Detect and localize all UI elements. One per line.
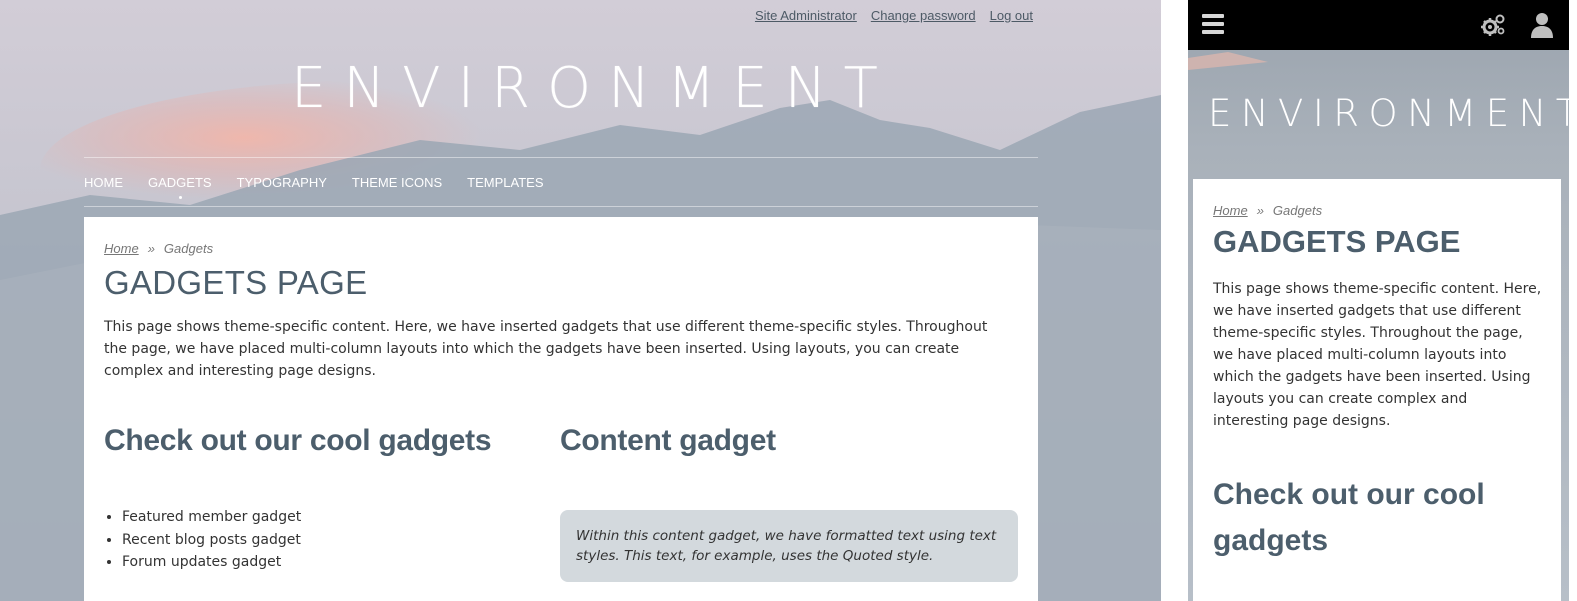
menu-icon[interactable]	[1202, 14, 1224, 34]
list-item: Recent blog posts gadget	[122, 529, 560, 552]
desktop-view: Site Administrator Change password Log o…	[0, 0, 1161, 601]
gadgets-column-title: Check out our cool gadgets	[104, 424, 492, 457]
list-item: Forum updates gadget	[122, 551, 560, 574]
change-password-link[interactable]: Change password	[871, 8, 976, 23]
gadgets-column: Check out our cool gadgets Featured memb…	[104, 424, 560, 582]
mobile-breadcrumb-home-link[interactable]: Home	[1213, 203, 1248, 218]
breadcrumb-current: Gadgets	[163, 241, 214, 256]
breadcrumb-separator: »	[1256, 203, 1264, 218]
breadcrumb-home-link[interactable]: Home	[104, 241, 139, 256]
content-panel: Home » Gadgets GADGETS PAGE This page show…	[84, 217, 1038, 601]
content-gadget-column: Content gadget Within this content gadge…	[560, 424, 1018, 582]
mobile-page-intro: This page shows theme-specific content. …	[1213, 281, 1542, 429]
two-column-layout: Check out our cool gadgets Featured memb…	[104, 424, 1018, 582]
log-out-link[interactable]: Log out	[990, 8, 1033, 23]
mobile-site-title[interactable]: ENVIRONMENT	[1208, 92, 1569, 135]
utility-nav: Site Administrator Change password Log o…	[755, 8, 1033, 23]
nav-item-templates[interactable]: TEMPLATES	[467, 175, 543, 190]
main-nav: HOME GADGETS TYPOGRAPHY THEME ICONS TEMP…	[84, 157, 1038, 207]
mobile-view: ENVIRONMENT Home » Gadgets GADGETS PAGE Th…	[1188, 0, 1569, 601]
mobile-breadcrumb: Home » Gadgets	[1213, 203, 1541, 218]
site-title[interactable]: ENVIRONMENT	[291, 56, 895, 121]
page-title: GADGETS PAGE	[104, 264, 368, 301]
page-intro: This page shows theme-specific content. …	[104, 319, 988, 379]
nav-item-typography[interactable]: TYPOGRAPHY	[237, 175, 327, 190]
breadcrumb-current: Gadgets	[1272, 203, 1323, 218]
list-item: Featured member gadget	[122, 506, 560, 529]
site-administrator-link[interactable]: Site Administrator	[755, 8, 857, 23]
mobile-content-panel: Home » Gadgets GADGETS PAGE This page show…	[1193, 179, 1561, 601]
mobile-page-title: GADGETS PAGE	[1213, 224, 1461, 259]
user-icon[interactable]	[1530, 12, 1554, 38]
gear-icon[interactable]	[1480, 13, 1506, 37]
mobile-gadgets-column-title: Check out our cool gadgets	[1213, 478, 1485, 557]
content-gadget-title: Content gadget	[560, 424, 776, 457]
nav-item-gadgets[interactable]: GADGETS	[148, 175, 212, 199]
mobile-top-bar	[1188, 0, 1569, 50]
breadcrumb-separator: »	[147, 241, 155, 256]
quoted-text-box: Within this content gadget, we have form…	[560, 510, 1018, 582]
nav-item-home[interactable]: HOME	[84, 175, 123, 190]
nav-item-theme-icons[interactable]: THEME ICONS	[352, 175, 442, 190]
gadget-list: Featured member gadget Recent blog posts…	[104, 506, 560, 574]
breadcrumb: Home » Gadgets	[104, 241, 1018, 256]
